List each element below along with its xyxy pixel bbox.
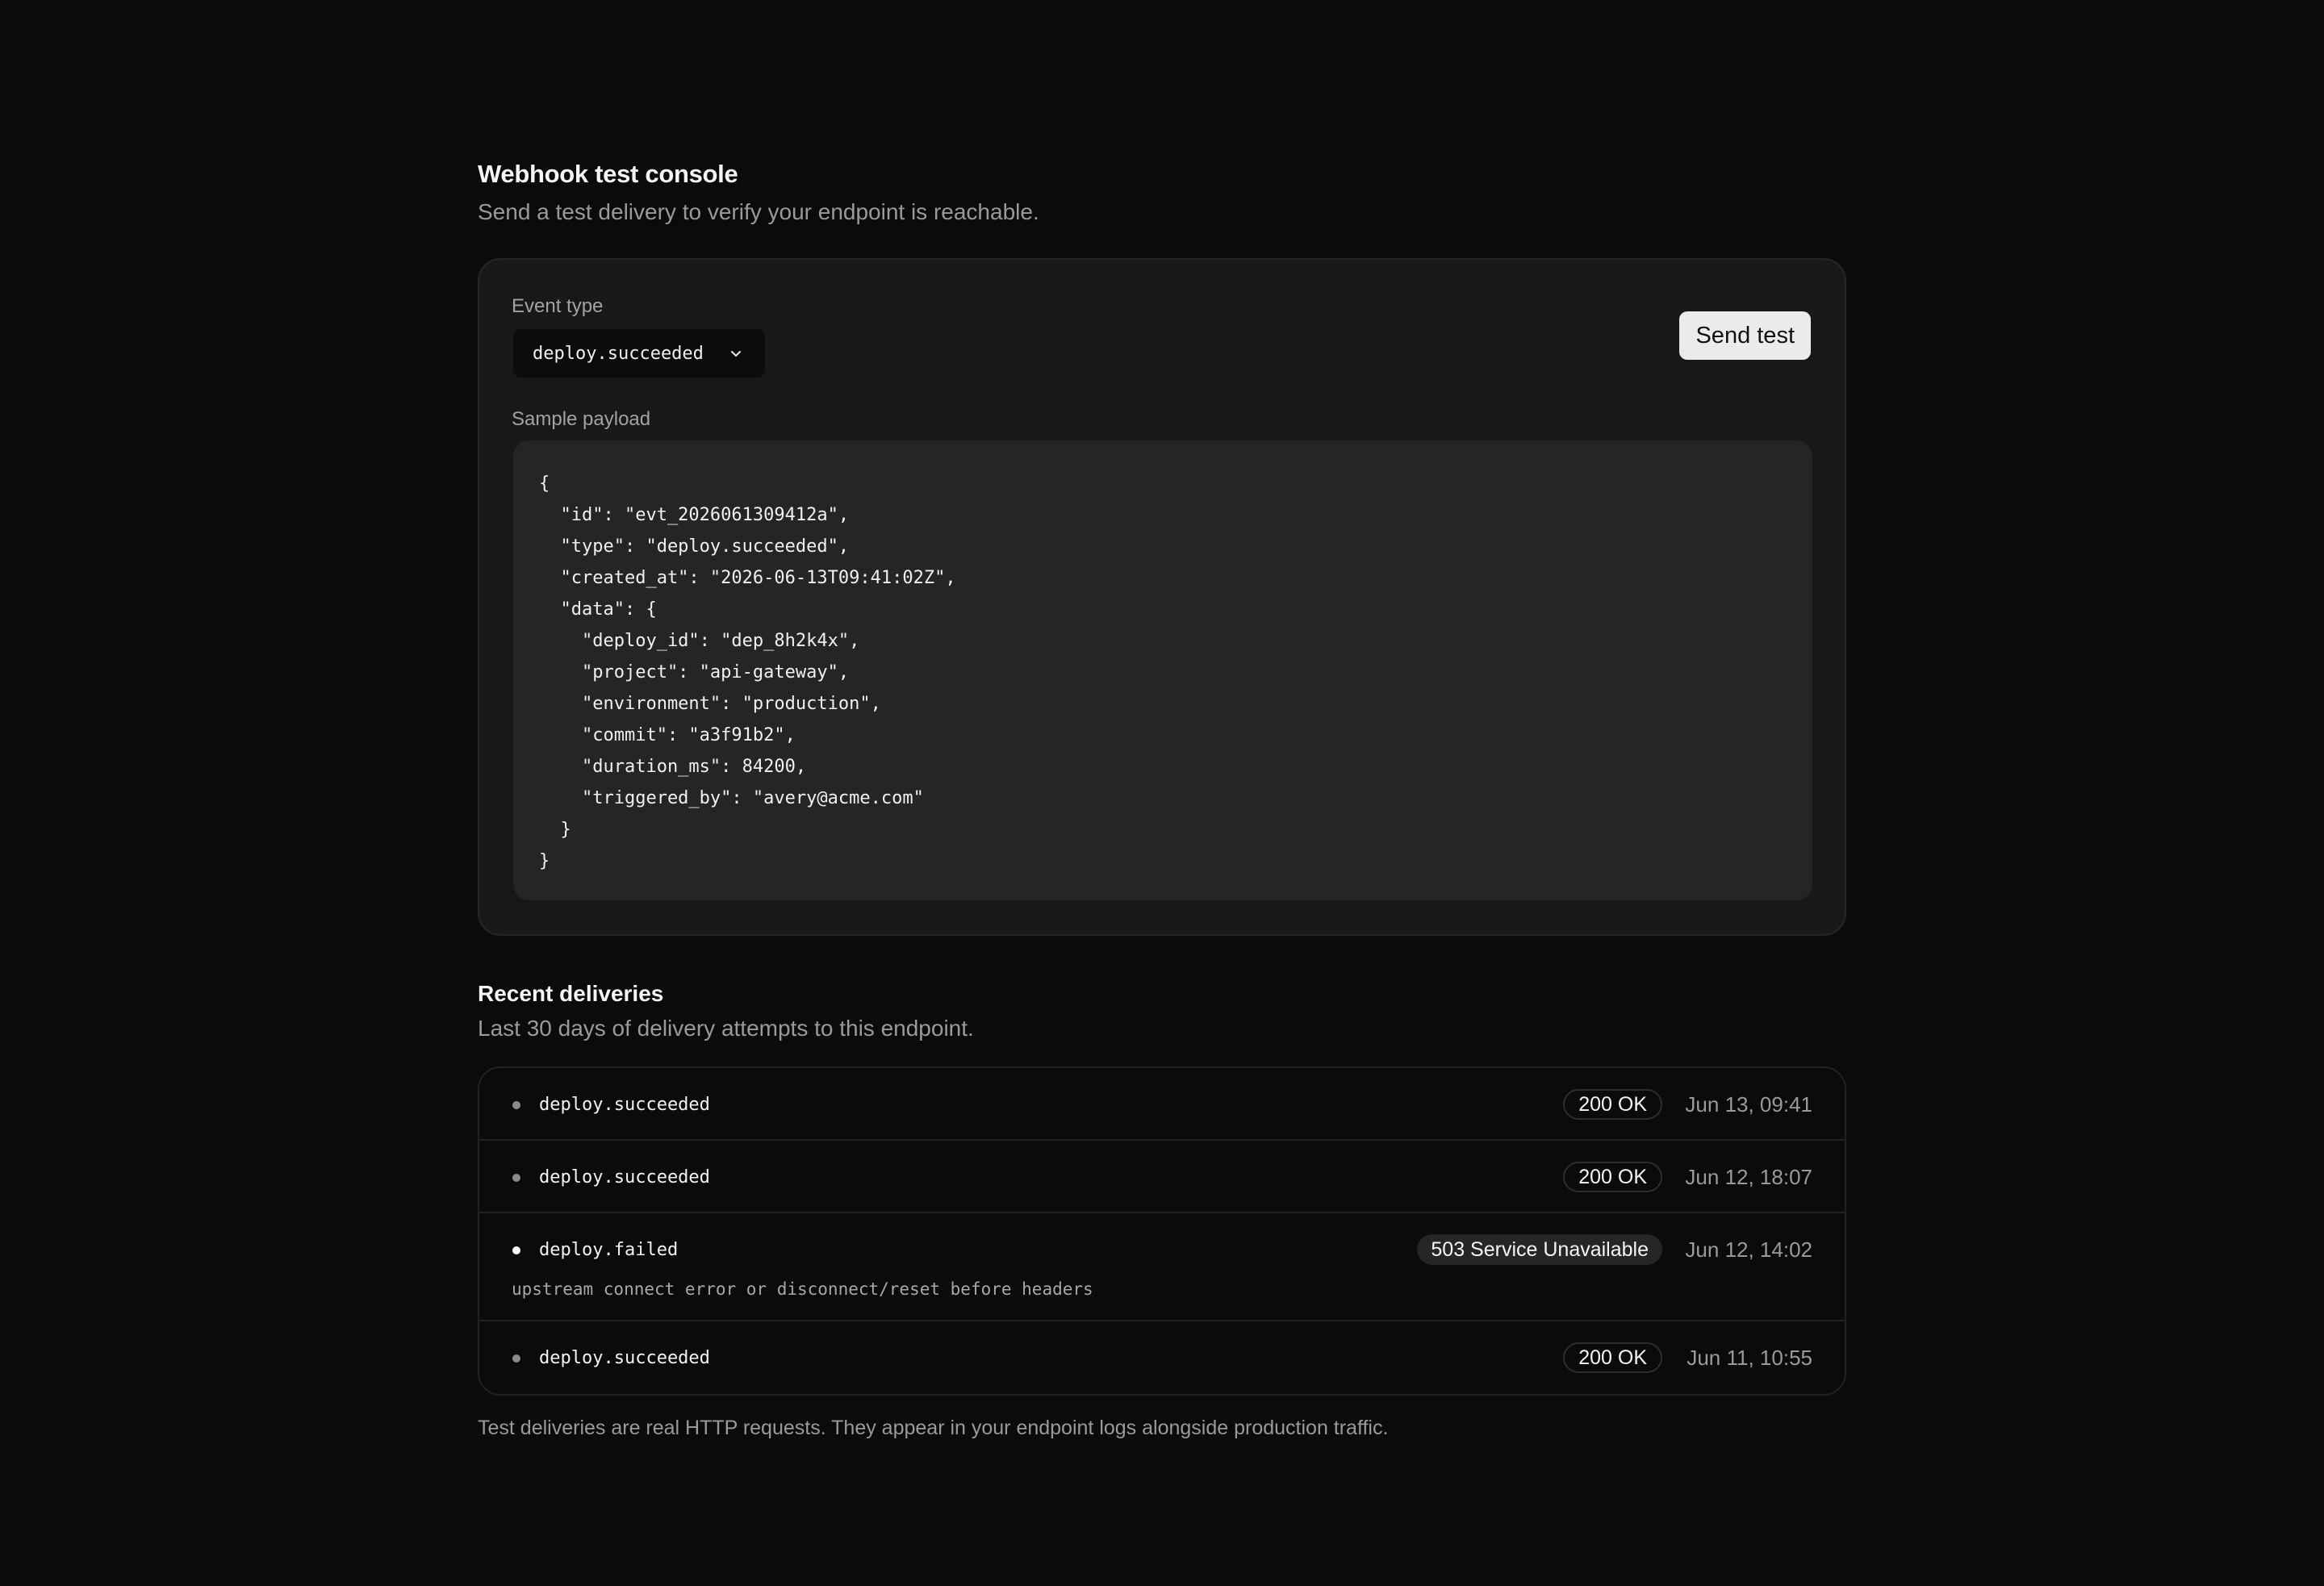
status-dot-icon — [512, 1246, 520, 1254]
page-subtitle: Send a test delivery to verify your endp… — [478, 199, 1039, 224]
webhook-console-page: Webhook test console Send a test deliver… — [478, 155, 1846, 1442]
status-dot-icon — [512, 1174, 520, 1182]
delivery-event: deploy.failed — [539, 1240, 679, 1260]
delivery-row-failed[interactable]: deploy.failed 503 Service Unavailable Ju… — [479, 1213, 1845, 1321]
delivery-time: Jun 12, 14:02 — [1685, 1237, 1812, 1262]
chevron-down-icon — [726, 344, 746, 363]
delivery-time: Jun 13, 09:41 — [1685, 1092, 1812, 1116]
delivery-event: deploy.succeeded — [539, 1167, 710, 1187]
send-test-button[interactable]: Send test — [1679, 311, 1811, 360]
status-dot-icon — [512, 1101, 520, 1109]
delivery-row[interactable]: deploy.succeeded 200 OK Jun 12, 18:07 — [479, 1141, 1845, 1213]
delivery-row[interactable]: deploy.succeeded 200 OK Jun 13, 09:41 — [479, 1068, 1845, 1141]
recent-deliveries-subtitle: Last 30 days of delivery attempts to thi… — [478, 1016, 974, 1041]
delivery-time: Jun 12, 18:07 — [1685, 1165, 1812, 1189]
delivery-event: deploy.succeeded — [539, 1095, 710, 1115]
test-console-card: Event type deploy.succeeded Send test Sa… — [478, 258, 1846, 936]
sample-payload-label: Sample payload — [512, 408, 651, 430]
event-type-label: Event type — [512, 295, 604, 317]
recent-deliveries-title: Recent deliveries — [478, 981, 664, 1006]
deliveries-list: deploy.succeeded 200 OK Jun 13, 09:41 de… — [478, 1066, 1846, 1396]
footer-note: Test deliveries are real HTTP requests. … — [478, 1417, 1389, 1439]
status-badge: 200 OK — [1563, 1342, 1662, 1373]
status-badge: 200 OK — [1563, 1162, 1662, 1192]
delivery-time: Jun 11, 10:55 — [1687, 1346, 1812, 1370]
delivery-event: deploy.succeeded — [539, 1348, 710, 1368]
status-dot-icon — [512, 1354, 520, 1363]
status-badge-error: 503 Service Unavailable — [1417, 1234, 1662, 1265]
delivery-row[interactable]: deploy.succeeded 200 OK Jun 11, 10:55 — [479, 1321, 1845, 1394]
status-badge: 200 OK — [1563, 1089, 1662, 1120]
event-type-select[interactable]: deploy.succeeded — [513, 329, 765, 378]
page-title: Webhook test console — [478, 160, 738, 188]
sample-payload-code: { "id": "evt_2026061309412a", "type": "d… — [513, 440, 1812, 900]
event-type-value: deploy.succeeded — [533, 343, 704, 364]
delivery-error-message: upstream connect error or disconnect/res… — [512, 1279, 1093, 1299]
